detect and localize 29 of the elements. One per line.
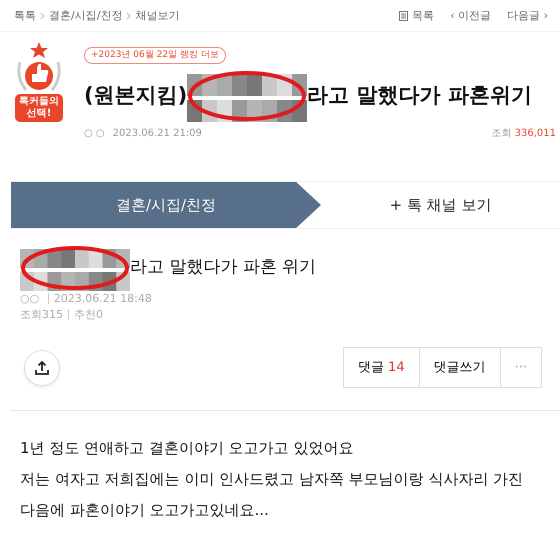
likes-count: 추천0 [74, 308, 103, 321]
previous-link[interactable]: ‹ 이전글 [450, 8, 492, 24]
comments-button[interactable]: 댓글 14 [342, 347, 420, 388]
ranking-link[interactable]: +2023년 06월 22일 랭킹 더보 [84, 46, 226, 64]
post-title-start: (원본지킴) [84, 82, 188, 110]
body-paragraph: 1년 정도 연애하고 결혼이야기 오고가고 있었어요 [20, 438, 354, 459]
write-comment-button[interactable]: 댓글쓰기 [418, 347, 501, 388]
post-date: 2023.06.21 18:48 [54, 292, 152, 305]
post-title-end: 라고 말했다가 파혼 위기 [130, 256, 316, 280]
breadcrumb-link[interactable]: 톡톡 [14, 8, 36, 24]
post-title-end: 라고 말했다가 파혼위기 [307, 82, 532, 110]
chevron-right-icon [40, 12, 45, 20]
list-icon [399, 11, 408, 22]
list-link[interactable]: 목록 [412, 8, 434, 24]
views-label: 조회 [491, 128, 512, 139]
author-name: ○○ [20, 292, 40, 305]
breadcrumb-link[interactable]: 결혼/시집/친정 [49, 8, 122, 24]
award-label: 톡커들의 선택! [15, 94, 63, 122]
chevron-right-icon [126, 12, 132, 20]
views-count: 조회315 [20, 308, 63, 321]
share-button[interactable] [24, 350, 60, 386]
views-count: 336,011 [514, 128, 556, 139]
post-date: 2023.06.21 21:09 [112, 127, 202, 141]
next-link[interactable]: 다음글 › [507, 8, 548, 24]
body-paragraph: 저는 여자고 저희집에는 이미 인사드렸고 남자쪽 부모님이랑 식사자리 가진 다음에 파혼이야기 오고가고있네요... [20, 469, 524, 521]
share-icon [34, 360, 50, 376]
breadcrumb-link[interactable]: 채널보기 [135, 8, 180, 24]
author-name: ○ ○ [84, 127, 105, 141]
channel-tab[interactable]: 결혼/시집/친정 [11, 182, 321, 228]
